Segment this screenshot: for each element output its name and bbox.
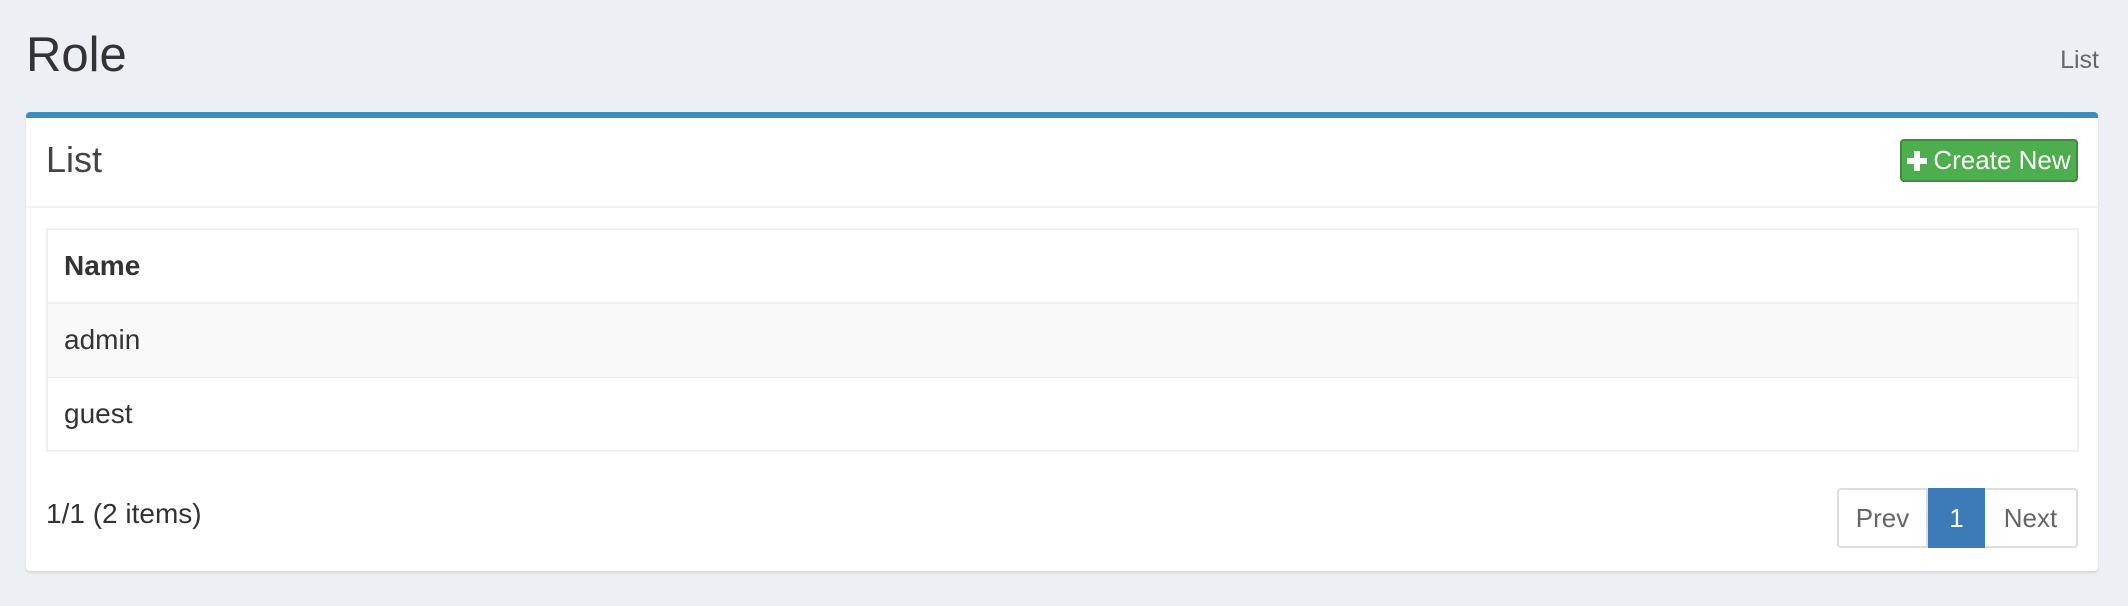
page-1-button[interactable]: 1 bbox=[1928, 488, 1985, 548]
roles-table: Name admin guest bbox=[46, 228, 2079, 452]
page-title: Role bbox=[26, 28, 127, 82]
box-header: List Create New bbox=[26, 118, 2098, 208]
create-new-label: Create New bbox=[1933, 145, 2071, 175]
role-name-cell[interactable]: guest bbox=[47, 376, 2078, 451]
table-header-row: Name bbox=[47, 229, 2078, 304]
pagination: Prev 1 Next bbox=[1837, 488, 2078, 548]
plus-icon bbox=[1907, 150, 1928, 171]
prev-page-button[interactable]: Prev bbox=[1837, 488, 1928, 548]
role-name-cell[interactable]: admin bbox=[47, 302, 2078, 377]
box-footer: 1/1 (2 items) Prev 1 Next bbox=[46, 488, 2078, 550]
next-page-button[interactable]: Next bbox=[1985, 488, 2078, 548]
column-header-name[interactable]: Name bbox=[47, 229, 2078, 304]
table-row[interactable]: guest bbox=[47, 376, 2078, 451]
content-header: Role List bbox=[0, 0, 2128, 113]
create-new-button[interactable]: Create New bbox=[1900, 139, 2078, 182]
pager-info: 1/1 (2 items) bbox=[46, 498, 202, 529]
breadcrumb[interactable]: List bbox=[2060, 45, 2099, 75]
table-row[interactable]: admin bbox=[47, 302, 2078, 377]
box-title: List bbox=[46, 139, 103, 180]
list-box: List Create New Name admin guest 1/1 (2 … bbox=[26, 112, 2098, 571]
box-body: Name admin guest bbox=[26, 208, 2098, 452]
